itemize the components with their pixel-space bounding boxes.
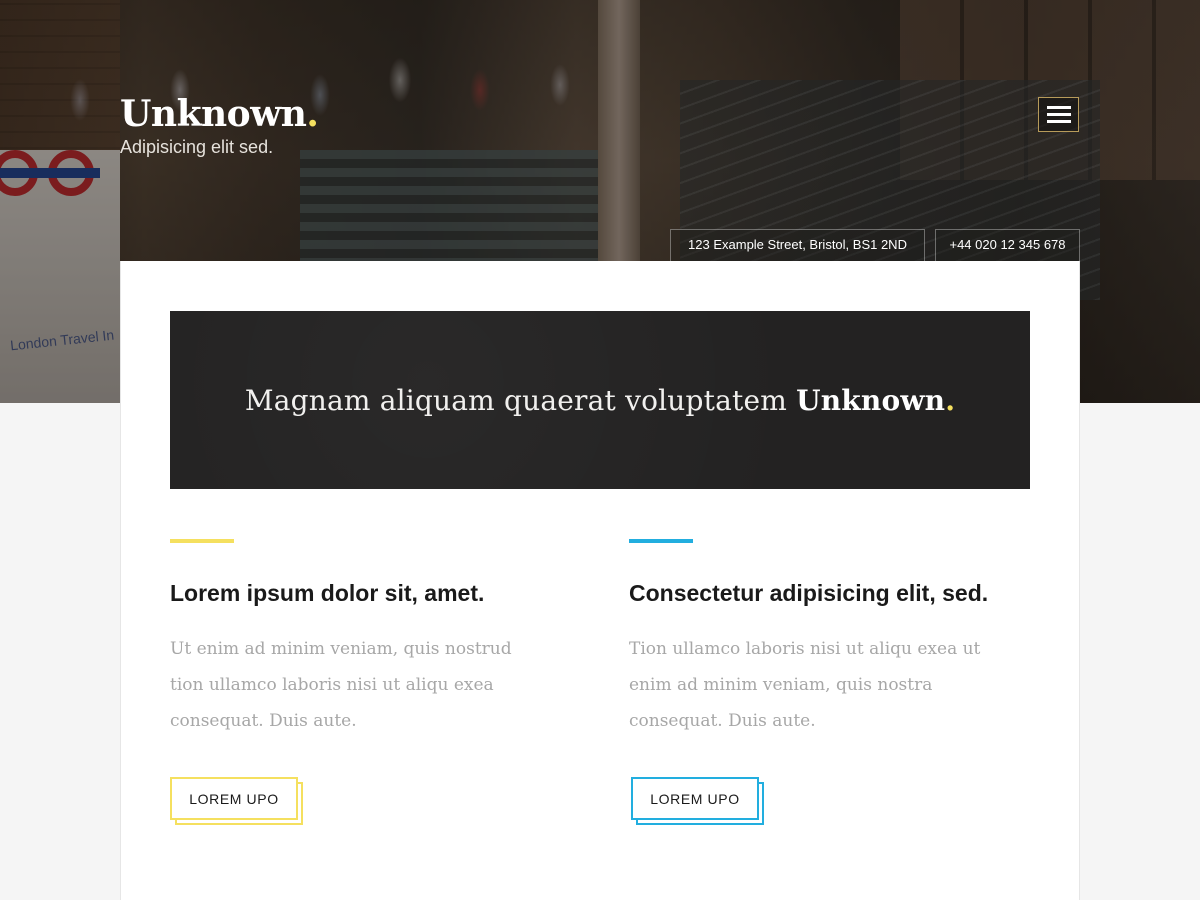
site-title-dot: . — [306, 93, 319, 135]
site-title-text: Unknown — [120, 93, 307, 135]
main-card: Magnam aliquam quaerat voluptatem Unknow… — [120, 261, 1080, 900]
banner-dot: . — [945, 383, 956, 417]
feature-heading: Lorem ipsum dolor sit, amet. — [170, 580, 485, 606]
feature-body: Tion ullamco laboris nisi ut aliqu exea … — [629, 639, 981, 731]
feature-button-label[interactable]: LOREM UPO — [170, 777, 298, 820]
intro-banner: Magnam aliquam quaerat voluptatem Unknow… — [170, 311, 1030, 489]
feature-heading: Consectetur adipisicing elit, sed. — [629, 580, 989, 606]
feature-body: Ut enim ad minim veniam, quis nostrud ti… — [170, 639, 512, 731]
banner-text-prefix: Magnam aliquam quaerat voluptatem — [244, 383, 787, 417]
accent-line-yellow — [170, 539, 234, 543]
site-title[interactable]: Unknown. — [120, 92, 319, 136]
feature-button[interactable]: LOREM UPO — [170, 777, 303, 825]
accent-line-blue — [629, 539, 693, 543]
feature-button-label[interactable]: LOREM UPO — [631, 777, 759, 820]
banner-text: Magnam aliquam quaerat voluptatem Unknow… — [245, 384, 955, 417]
feature-column-right: Consectetur adipisicing elit, sed. Tion … — [629, 539, 1029, 825]
site-tagline: Adipisicing elit sed. — [120, 137, 274, 157]
contact-phone[interactable]: +44 020 12 345 678 — [935, 229, 1080, 261]
contact-address[interactable]: 123 Example Street, Bristol, BS1 2ND — [670, 229, 925, 261]
feature-column-left: Lorem ipsum dolor sit, amet. Ut enim ad … — [170, 539, 570, 825]
banner-brand: Unknown — [796, 383, 946, 417]
menu-button[interactable] — [1038, 97, 1079, 132]
brand: Unknown. Adipisicing elit sed. — [120, 92, 319, 158]
feature-button[interactable]: LOREM UPO — [631, 777, 764, 825]
